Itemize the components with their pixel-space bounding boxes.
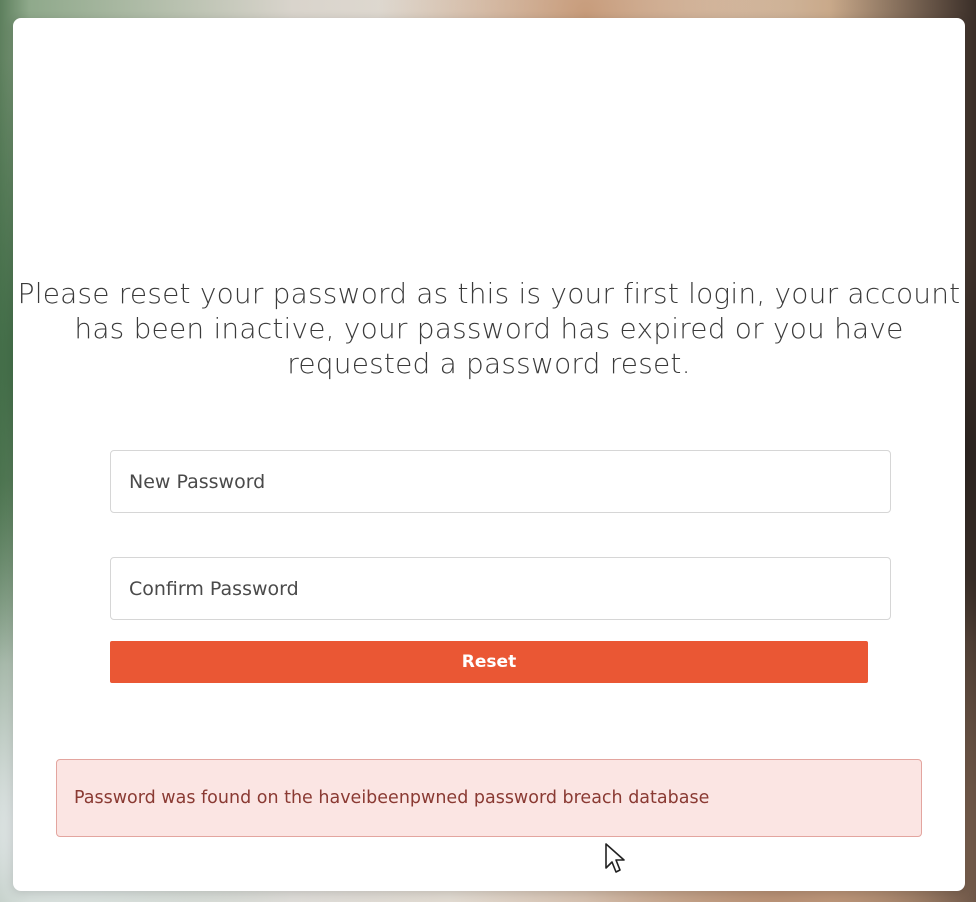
reset-password-card: Please reset your password as this is yo… bbox=[13, 18, 965, 891]
confirm-password-field[interactable] bbox=[110, 557, 891, 620]
mouse-pointer-icon bbox=[605, 843, 625, 873]
reset-instructions: Please reset your password as this is yo… bbox=[17, 277, 961, 380]
new-password-input[interactable] bbox=[111, 451, 890, 512]
breach-alert-text: Password was found on the haveibeenpwned… bbox=[74, 788, 710, 808]
breach-alert: Password was found on the haveibeenpwned… bbox=[56, 759, 922, 837]
new-password-field[interactable] bbox=[110, 450, 891, 513]
reset-button[interactable]: Reset bbox=[110, 641, 868, 683]
confirm-password-input[interactable] bbox=[111, 558, 890, 619]
